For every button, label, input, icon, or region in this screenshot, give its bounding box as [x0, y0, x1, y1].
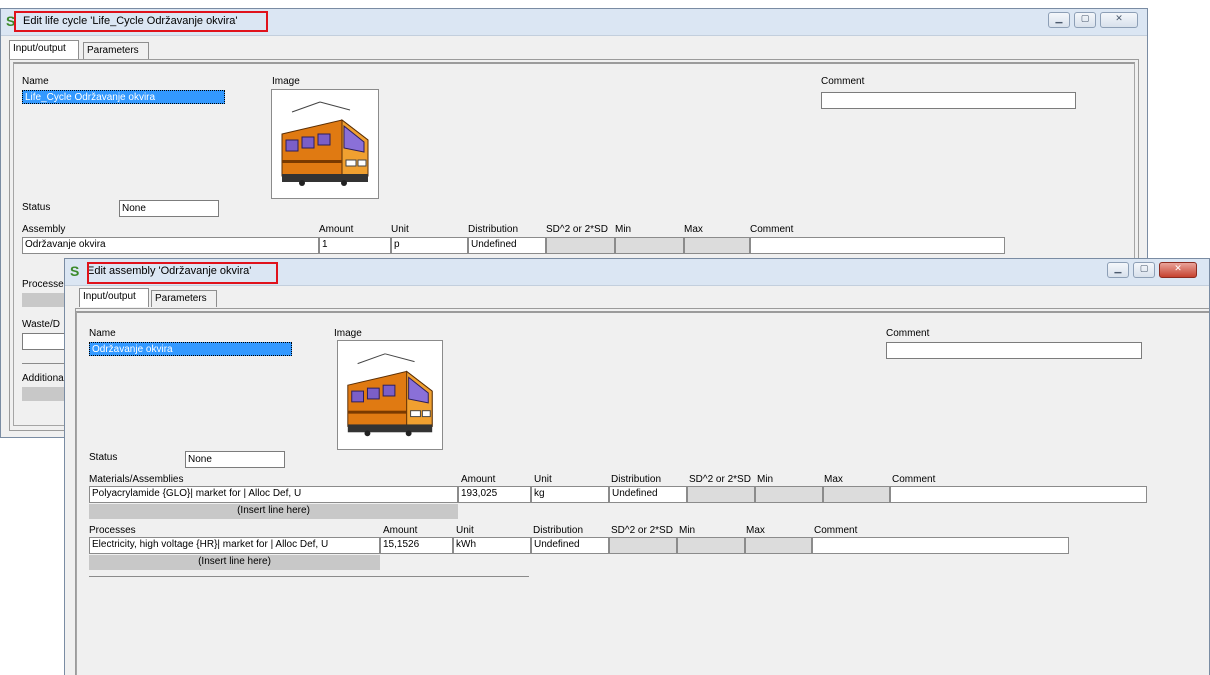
close-button[interactable]: ✕ — [1100, 12, 1138, 28]
tab-parameters[interactable]: Parameters — [151, 290, 217, 307]
materials-cell-name[interactable]: Polyacrylamide {GLO}| market for | Alloc… — [89, 486, 458, 503]
title-highlight-box — [14, 11, 268, 32]
processes-label: Processe — [22, 279, 64, 290]
tab-input-output[interactable]: Input/output — [9, 40, 79, 59]
image-label: Image — [334, 328, 362, 339]
title-highlight-box — [87, 262, 278, 284]
tab-input-output[interactable]: Input/output — [79, 288, 149, 307]
maximize-button[interactable]: ▢ — [1133, 262, 1155, 278]
status-field[interactable]: None — [185, 451, 285, 468]
image-box[interactable] — [271, 89, 379, 199]
train-icon — [347, 353, 433, 437]
maximize-button[interactable]: ▢ — [1074, 12, 1096, 28]
processes-header-amount: Amount — [383, 525, 418, 536]
processes-cell-comment[interactable] — [812, 537, 1069, 554]
assembly-cell-min[interactable] — [615, 237, 684, 254]
processes-cell-amount[interactable]: 15,1526 — [380, 537, 453, 554]
waste-label: Waste/D — [22, 319, 60, 330]
assembly-panel: Name Održavanje okvira Image Comment Sta… — [75, 308, 1209, 675]
processes-cell-distribution[interactable]: Undefined — [531, 537, 609, 554]
processes-header-min: Min — [679, 525, 696, 536]
assembly-cell-name[interactable]: Održavanje okvira — [22, 237, 319, 254]
assembly-cell-distribution[interactable]: Undefined — [468, 237, 546, 254]
materials-header-distribution: Distribution — [611, 474, 662, 485]
status-field[interactable]: None — [119, 200, 219, 217]
comment-input[interactable] — [886, 342, 1142, 359]
materials-header-min: Min — [757, 474, 774, 485]
processes-header-name: Processes — [89, 525, 136, 536]
minimize-button[interactable]: ▁ — [1107, 262, 1129, 278]
separator-line — [22, 363, 67, 364]
processes-header-sd: SD^2 or 2*SD — [611, 525, 673, 536]
name-input[interactable]: Održavanje okvira — [89, 342, 292, 356]
assembly-header-amount: Amount — [319, 224, 354, 235]
assembly-cell-amount[interactable]: 1 — [319, 237, 391, 254]
assembly-cell-sd[interactable] — [546, 237, 615, 254]
materials-header-amount: Amount — [461, 474, 496, 485]
comment-label: Comment — [886, 328, 930, 339]
assembly-header-max: Max — [684, 224, 703, 235]
materials-cell-min[interactable] — [755, 486, 823, 503]
assembly-cell-max[interactable] — [684, 237, 750, 254]
assembly-header-min: Min — [615, 224, 632, 235]
tab-parameters[interactable]: Parameters — [83, 42, 149, 59]
comment-input[interactable] — [821, 92, 1076, 109]
simapro-logo-icon: S — [70, 263, 80, 279]
image-box[interactable] — [337, 340, 443, 450]
materials-cell-amount[interactable]: 193,025 — [458, 486, 531, 503]
status-label: Status — [89, 452, 118, 463]
materials-cell-comment[interactable] — [890, 486, 1147, 503]
materials-header-name: Materials/Assemblies — [89, 474, 184, 485]
close-button[interactable]: ✕ — [1159, 262, 1197, 278]
train-icon — [281, 101, 369, 186]
materials-cell-sd[interactable] — [687, 486, 755, 503]
assembly-header-comment: Comment — [750, 224, 794, 235]
processes-header-max: Max — [746, 525, 765, 536]
assembly-tabs: Input/output Parameters — [79, 288, 479, 308]
processes-insert-row[interactable] — [22, 293, 67, 307]
assembly-header-name: Assembly — [22, 224, 66, 235]
comment-label: Comment — [821, 76, 865, 87]
status-label: Status — [22, 202, 51, 213]
processes-insert-line[interactable]: (Insert line here) — [89, 555, 380, 570]
materials-insert-line[interactable]: (Insert line here) — [89, 504, 458, 519]
assembly-inner-panel: Name Održavanje okvira Image Comment Sta… — [76, 311, 1209, 675]
waste-row[interactable] — [22, 333, 67, 350]
assembly-header-sd: SD^2 or 2*SD — [546, 224, 608, 235]
processes-header-unit: Unit — [456, 525, 474, 536]
assembly-header-unit: Unit — [391, 224, 409, 235]
materials-header-max: Max — [824, 474, 843, 485]
materials-cell-unit[interactable]: kg — [531, 486, 609, 503]
image-label: Image — [272, 76, 300, 87]
processes-cell-max[interactable] — [745, 537, 812, 554]
materials-cell-distribution[interactable]: Undefined — [609, 486, 687, 503]
processes-cell-sd[interactable] — [609, 537, 677, 554]
name-input[interactable]: Life_Cycle Održavanje okvira — [22, 90, 225, 104]
materials-header-unit: Unit — [534, 474, 552, 485]
assembly-window: S Edit assembly 'Održavanje okvira' ▁ ▢ … — [64, 258, 1210, 675]
assembly-cell-unit[interactable]: p — [391, 237, 468, 254]
materials-header-sd: SD^2 or 2*SD — [689, 474, 751, 485]
minimize-button[interactable]: ▁ — [1048, 12, 1070, 28]
materials-cell-max[interactable] — [823, 486, 890, 503]
processes-header-comment: Comment — [814, 525, 858, 536]
name-label: Name — [89, 328, 116, 339]
life-cycle-tabs: Input/output Parameters — [9, 40, 409, 60]
materials-header-comment: Comment — [892, 474, 936, 485]
assembly-header-distribution: Distribution — [468, 224, 519, 235]
name-label: Name — [22, 76, 49, 87]
processes-cell-name[interactable]: Electricity, high voltage {HR}| market f… — [89, 537, 380, 554]
processes-cell-min[interactable] — [677, 537, 745, 554]
additional-insert-row[interactable] — [22, 387, 67, 401]
processes-cell-unit[interactable]: kWh — [453, 537, 531, 554]
processes-header-distribution: Distribution — [533, 525, 584, 536]
assembly-cell-comment[interactable] — [750, 237, 1005, 254]
separator-line — [89, 576, 529, 577]
additional-label: Additiona — [22, 373, 64, 384]
